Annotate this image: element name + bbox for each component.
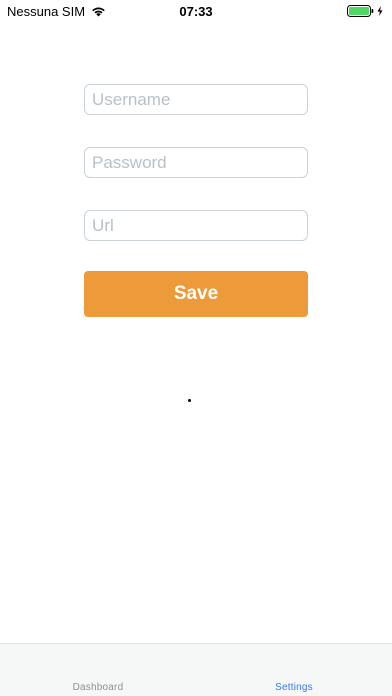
username-field[interactable]	[84, 84, 308, 115]
activity-indicator-dot	[188, 399, 191, 402]
charging-bolt-icon	[377, 6, 383, 16]
tab-settings[interactable]: Settings	[196, 644, 392, 696]
settings-form	[84, 84, 308, 241]
tab-settings-label: Settings	[275, 682, 313, 693]
tab-dashboard[interactable]: Dashboard	[0, 644, 196, 696]
status-time: 07:33	[179, 4, 213, 19]
url-field[interactable]	[84, 210, 308, 241]
tab-bar: Dashboard Settings	[0, 643, 392, 696]
battery-indicator	[347, 5, 383, 17]
status-bar: Nessuna SIM 07:33	[0, 0, 392, 22]
save-button[interactable]: Save	[84, 271, 308, 317]
tab-dashboard-label: Dashboard	[72, 682, 124, 693]
battery-icon	[347, 5, 374, 17]
password-field[interactable]	[84, 147, 308, 178]
